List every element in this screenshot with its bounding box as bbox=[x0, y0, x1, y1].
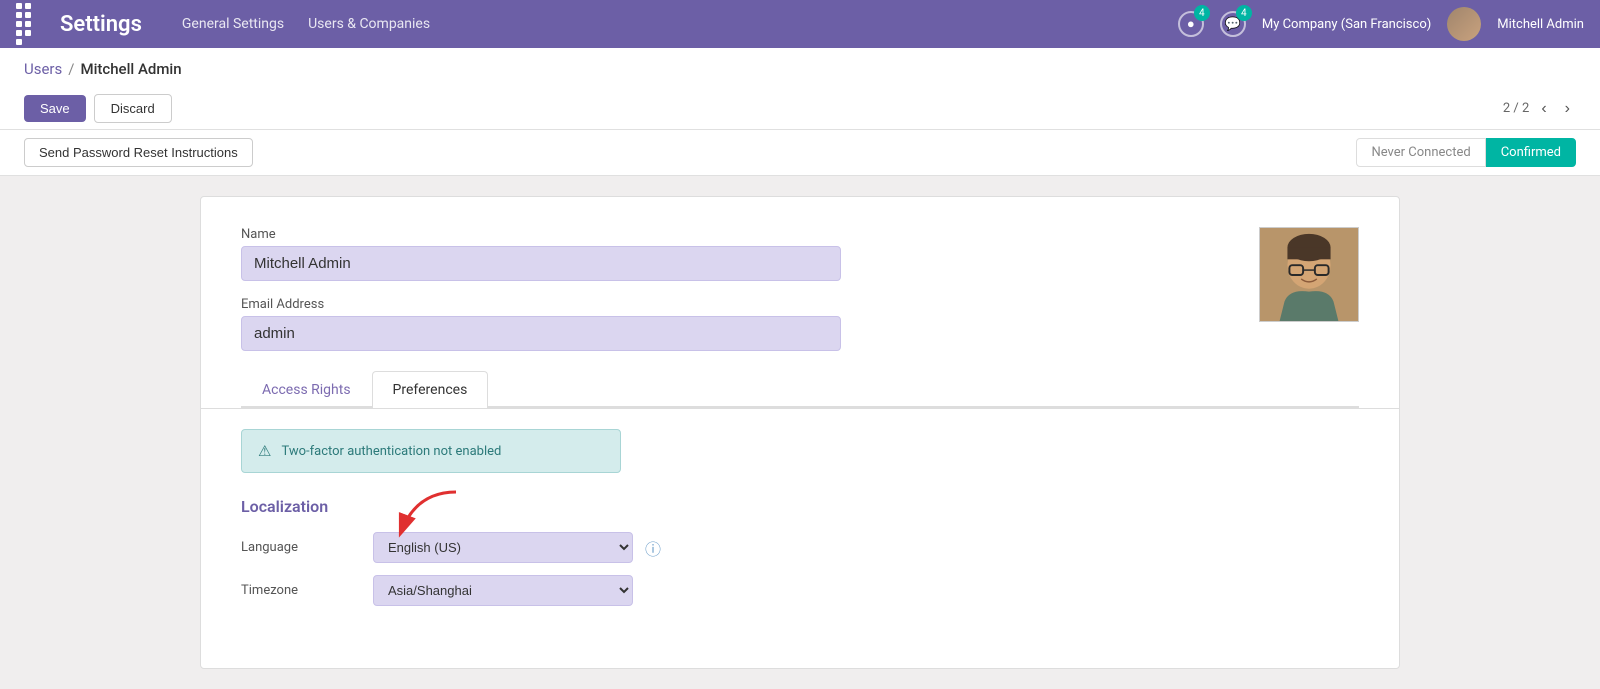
email-input[interactable] bbox=[241, 316, 841, 351]
nav-users-companies[interactable]: Users & Companies bbox=[308, 16, 430, 32]
nav-general-settings[interactable]: General Settings bbox=[182, 16, 284, 32]
tab-bar: Access Rights Preferences bbox=[241, 371, 1359, 408]
main-content: Name Email Address Access Rights Prefere… bbox=[0, 176, 1600, 689]
form-card: Name Email Address Access Rights Prefere… bbox=[200, 196, 1400, 669]
status-never-connected[interactable]: Never Connected bbox=[1356, 138, 1485, 167]
language-label: Language bbox=[241, 540, 361, 555]
preferences-tab-content: ⚠ Two-factor authentication not enabled … bbox=[241, 409, 1359, 638]
next-record-button[interactable]: › bbox=[1559, 98, 1576, 120]
timezone-select[interactable]: Asia/Shanghai America/New_York Europe/Lo… bbox=[373, 575, 633, 606]
user-avatar-large[interactable] bbox=[1259, 227, 1359, 322]
localization-title: Localization bbox=[241, 497, 1359, 516]
breadcrumb-parent[interactable]: Users bbox=[24, 60, 62, 78]
breadcrumb-current: Mitchell Admin bbox=[80, 60, 181, 78]
language-field-row: Language English (US) French (FR) Spanis… bbox=[241, 532, 1359, 563]
tab-preferences[interactable]: Preferences bbox=[372, 371, 489, 408]
email-field-row: Email Address bbox=[241, 297, 1359, 351]
avatar-image bbox=[1447, 7, 1481, 41]
avatar-placeholder bbox=[1260, 228, 1358, 321]
name-input[interactable] bbox=[241, 246, 841, 281]
app-title: Settings bbox=[60, 12, 142, 37]
warning-icon: ⚠ bbox=[258, 442, 271, 460]
status-badges: Never Connected Confirmed bbox=[1356, 138, 1576, 167]
grid-menu-icon[interactable] bbox=[16, 3, 36, 45]
record-pagination: 2 / 2 ‹ › bbox=[1503, 98, 1576, 120]
2fa-alert: ⚠ Two-factor authentication not enabled bbox=[241, 429, 621, 473]
prev-record-button[interactable]: ‹ bbox=[1535, 98, 1552, 120]
save-button[interactable]: Save bbox=[24, 95, 86, 122]
messages-count: 4 bbox=[1236, 5, 1252, 21]
language-info-icon[interactable]: ⓘ bbox=[645, 536, 661, 560]
alert-text: Two-factor authentication not enabled bbox=[281, 444, 501, 459]
user-avatar[interactable] bbox=[1447, 7, 1481, 41]
pagination-count: 2 / 2 bbox=[1503, 101, 1529, 116]
breadcrumb-toolbar-area: Users / Mitchell Admin Save Discard 2 / … bbox=[0, 48, 1600, 130]
breadcrumb: Users / Mitchell Admin bbox=[24, 60, 1576, 78]
timezone-field-row: Timezone Asia/Shanghai America/New_York … bbox=[241, 575, 1359, 606]
notifications-count: 4 bbox=[1194, 5, 1210, 21]
username-label[interactable]: Mitchell Admin bbox=[1497, 17, 1584, 32]
timezone-label: Timezone bbox=[241, 583, 361, 598]
main-nav: General Settings Users & Companies bbox=[182, 16, 1154, 32]
send-reset-button[interactable]: Send Password Reset Instructions bbox=[24, 138, 253, 167]
topnav-right: ● 4 💬 4 My Company (San Francisco) Mitch… bbox=[1178, 7, 1584, 41]
tab-access-rights[interactable]: Access Rights bbox=[241, 371, 372, 408]
name-label: Name bbox=[241, 227, 1359, 242]
breadcrumb-separator: / bbox=[68, 60, 74, 78]
tabs-container: Access Rights Preferences bbox=[201, 371, 1399, 409]
language-select[interactable]: English (US) French (FR) Spanish (ES) Ch… bbox=[373, 532, 633, 563]
notifications-badge[interactable]: ● 4 bbox=[1178, 11, 1204, 37]
status-confirmed[interactable]: Confirmed bbox=[1486, 138, 1576, 167]
toolbar: Save Discard 2 / 2 ‹ › bbox=[24, 88, 1576, 129]
action-bar: Send Password Reset Instructions Never C… bbox=[0, 130, 1600, 176]
name-field-row: Name bbox=[241, 227, 1359, 281]
company-name[interactable]: My Company (San Francisco) bbox=[1262, 17, 1431, 32]
discard-button[interactable]: Discard bbox=[94, 94, 172, 123]
top-navigation: Settings General Settings Users & Compan… bbox=[0, 0, 1600, 48]
localization-section: Localization Language Englis bbox=[241, 497, 1359, 606]
email-label: Email Address bbox=[241, 297, 1359, 312]
messages-badge[interactable]: 💬 4 bbox=[1220, 11, 1246, 37]
